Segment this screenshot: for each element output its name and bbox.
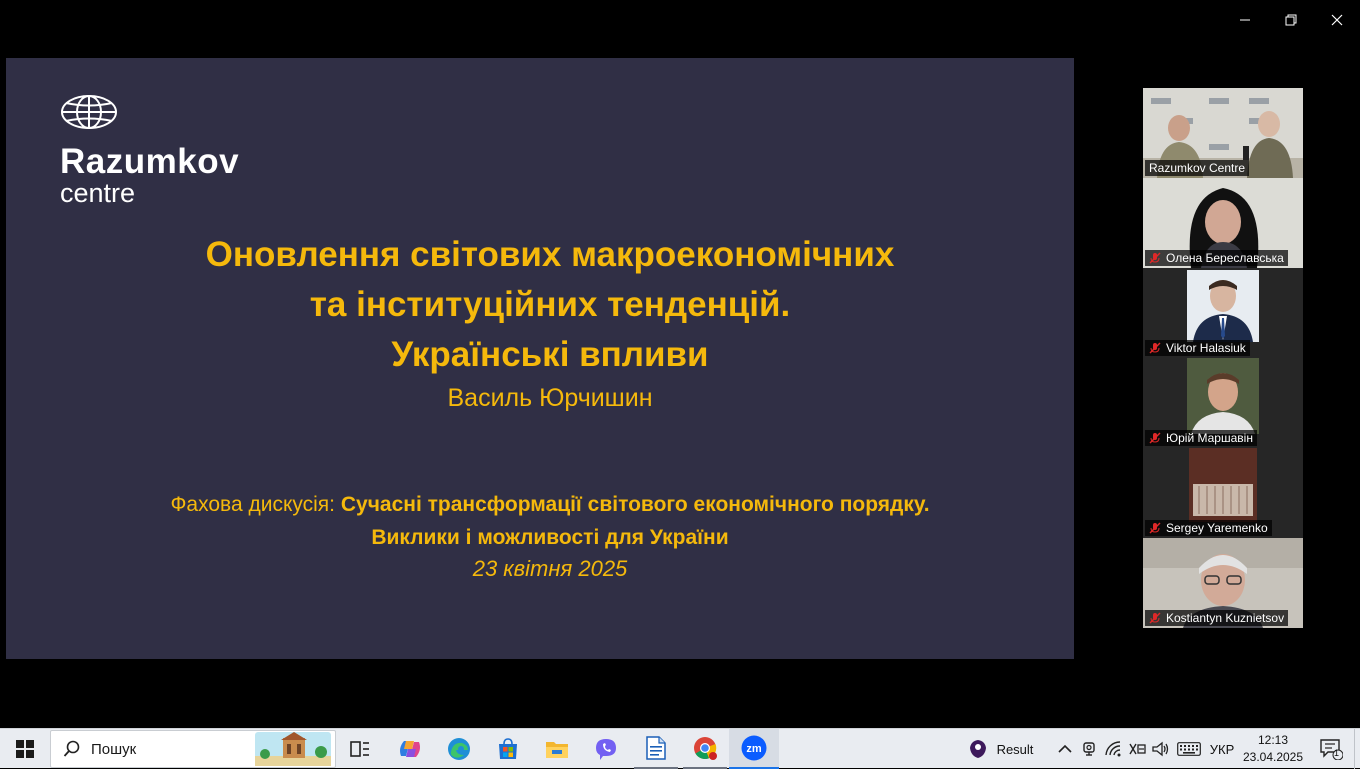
clock-date: 23.04.2025 [1242,750,1304,764]
clock-time: 12:13 [1257,733,1289,747]
widget-button[interactable]: Result [962,729,1038,769]
keyboard-status-icon [1129,743,1146,755]
viber-icon [596,739,616,760]
language-button[interactable]: УКР [1206,729,1238,769]
chrome-icon [694,737,717,760]
participant-tile[interactable]: Viktor Halasiuk [1143,268,1303,358]
close-button[interactable] [1314,0,1360,40]
notification-button[interactable]: 1 [1314,729,1348,769]
store-icon [499,738,517,759]
participant-tile[interactable]: Razumkov Centre [1143,88,1303,178]
premier-league-icon [969,740,986,758]
file-explorer-icon [546,742,568,758]
restore-button[interactable] [1268,0,1314,40]
discussion-block: Фахова дискусія: Сучасні трансформації с… [6,488,1094,554]
touch-keyboard-button[interactable] [1174,729,1204,769]
search-highlight-image [255,732,331,766]
restore-icon [1285,14,1297,26]
title-line: Оновлення світових макроекономічних [205,235,895,274]
muted-mic-icon [1149,522,1161,534]
title-line: Українські впливи [391,335,709,374]
muted-mic-icon [1149,342,1161,354]
window-controls [1222,0,1360,40]
network-button[interactable] [1102,729,1126,769]
search-placeholder: Пошук [91,740,137,758]
copilot-icon [400,741,420,757]
task-view-button[interactable] [338,729,382,769]
close-icon [1331,14,1343,26]
discussion-title: Сучасні трансформації світового економіч… [340,493,930,516]
viber-button[interactable] [584,729,628,769]
discussion-label: Фахова дискусія: [170,493,336,516]
participant-tile[interactable]: Kostiantyn Kuznietsov [1143,538,1303,628]
store-button[interactable] [486,729,530,769]
edge-icon [448,738,470,760]
shared-slide: Razumkov centre Оновлення світових макро… [6,58,1074,659]
keyboard-icon [1177,742,1201,756]
windows-logo-icon [16,740,34,758]
input-status-button[interactable] [1126,729,1148,769]
muted-mic-icon [1149,432,1161,444]
participant-name-label: Олена Береславська [1145,250,1288,266]
minimize-icon [1240,19,1250,21]
show-desktop-button[interactable] [1354,729,1360,769]
slide-date: 23 квітня 2025 [472,556,628,581]
chevron-up-icon [1058,744,1072,753]
participant-tile[interactable]: Sergey Yaremenko [1143,448,1303,538]
discussion-subtitle: Виклики і можливості для України [371,526,729,549]
participant-name-label: Kostiantyn Kuznietsov [1145,610,1289,626]
muted-mic-icon [1149,612,1161,624]
minimize-button[interactable] [1222,0,1268,40]
globe-icon [61,95,117,129]
taskbar: Пошук zm Result УКР 12:13 23.04.2025 1 [0,728,1360,769]
zoom-icon: zm [741,735,767,761]
libreoffice-writer-button[interactable] [634,729,678,769]
participant-tile[interactable]: Юрій Маршавін [1143,358,1303,448]
tray-app-button[interactable] [1078,729,1100,769]
edge-button[interactable] [437,729,481,769]
language-indicator: УКР [1209,741,1235,757]
svg-text:zm: zm [746,743,762,755]
clock[interactable]: 12:13 23.04.2025 [1238,732,1308,766]
notification-count: 1 [1334,748,1340,758]
participants-panel: Razumkov Centre Олена Береславська Vikto… [1143,88,1303,628]
volume-icon [1152,741,1169,757]
file-explorer-button[interactable] [535,729,579,769]
search-icon [63,740,80,757]
participant-name-label: Viktor Halasiuk [1145,340,1250,356]
start-button[interactable] [2,729,48,769]
logo-name: Razumkov [60,142,240,181]
copilot-button[interactable] [388,729,432,769]
participant-name-label: Sergey Yaremenko [1145,520,1272,536]
slide-author: Василь Юрчишин [447,384,653,412]
volume-button[interactable] [1150,729,1172,769]
participant-tile[interactable]: Олена Береславська [1143,178,1303,268]
participant-name-label: Razumkov Centre [1145,160,1250,176]
taskbar-search-box[interactable]: Пошук [50,730,336,768]
chrome-button[interactable] [683,729,727,769]
widget-label: Result [996,741,1034,757]
wifi-icon [1105,741,1121,757]
zoom-button[interactable]: zm [729,729,779,769]
task-view-icon [350,741,369,757]
muted-mic-icon [1149,252,1161,264]
logo-subtitle: centre [60,178,136,208]
slide-title: Оновлення світових макроекономічних та і… [6,230,1094,380]
libreoffice-writer-icon [646,736,666,760]
show-hidden-icons-button[interactable] [1054,729,1076,769]
notification-icon [1320,739,1343,760]
participant-name-label: Юрій Маршавін [1145,430,1257,446]
tray-app-icon [1083,742,1095,756]
title-line: та інституційних тенденцій. [309,285,791,324]
